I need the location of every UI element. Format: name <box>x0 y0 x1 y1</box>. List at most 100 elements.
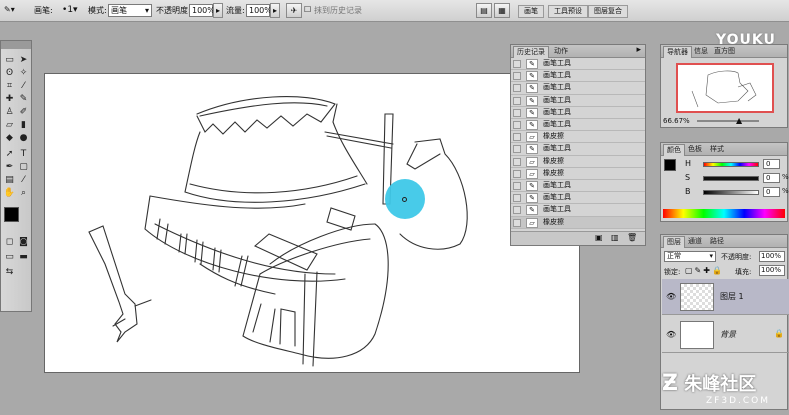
healing-icon[interactable]: ✚ <box>3 94 16 105</box>
history-source-checkbox[interactable] <box>513 182 521 190</box>
brush-tool-icon[interactable]: ✎▾ <box>4 5 15 14</box>
eraser-icon[interactable]: ▱ <box>3 120 16 131</box>
layer-row-background[interactable]: 👁 背景 🔒 <box>662 317 789 353</box>
history-brush-icon[interactable]: ✐ <box>17 107 30 118</box>
lasso-icon[interactable]: ʘ <box>3 68 16 79</box>
history-source-checkbox[interactable] <box>513 133 521 142</box>
layer-name[interactable]: 图层 1 <box>720 291 744 302</box>
history-source-checkbox[interactable] <box>513 96 521 105</box>
history-item[interactable]: ✎ 画笔工具 <box>511 58 645 71</box>
layer-name[interactable]: 背景 <box>720 329 736 340</box>
new-document-icon[interactable]: ▣ <box>595 233 603 242</box>
well-tab-comps[interactable]: 图层复合 <box>588 5 628 18</box>
magic-wand-icon[interactable]: ✧ <box>17 68 30 79</box>
opacity-arrow[interactable]: ▸ <box>213 3 223 18</box>
history-item[interactable]: ✎ 画笔工具 <box>511 180 645 193</box>
slice-icon[interactable]: ⁄ <box>17 81 30 92</box>
history-source-checkbox[interactable] <box>513 84 521 93</box>
navigator-preview[interactable] <box>676 63 774 113</box>
imageready-icon[interactable]: ⇆ <box>3 267 16 278</box>
zoom-value[interactable]: 66.67% <box>663 117 690 125</box>
quickmask-on-icon[interactable]: ◙ <box>17 237 30 248</box>
new-snapshot-icon[interactable]: ▥ <box>611 233 619 242</box>
document-canvas[interactable] <box>44 73 580 373</box>
saturation-slider[interactable] <box>703 176 759 181</box>
eye-icon[interactable]: 👁 <box>666 330 676 339</box>
eye-icon[interactable]: 👁 <box>666 292 676 301</box>
zoom-slider-thumb[interactable]: ▲ <box>736 116 742 125</box>
tab-swatches[interactable]: 色板 <box>685 144 705 156</box>
dodge-icon[interactable]: ● <box>17 133 30 144</box>
mode-select[interactable]: 画笔 ▾ <box>108 4 152 17</box>
stamp-icon[interactable]: ♙ <box>3 107 16 118</box>
brightness-slider[interactable] <box>703 190 759 195</box>
flow-arrow[interactable]: ▸ <box>270 3 280 18</box>
history-source-checkbox[interactable] <box>513 108 521 117</box>
history-source-checkbox[interactable] <box>513 169 521 178</box>
eyedropper-icon[interactable]: ⁄ <box>17 175 30 186</box>
tab-layers[interactable]: 图层 <box>663 236 685 248</box>
move-icon[interactable]: ➤ <box>17 55 30 66</box>
history-item[interactable]: ✎ 画笔工具 <box>511 82 645 95</box>
history-item[interactable]: ✎ 画笔工具 <box>511 95 645 107</box>
layer-row-layer1[interactable]: 👁 图层 1 <box>662 279 789 315</box>
shape-icon[interactable]: ▢ <box>17 162 30 173</box>
history-source-checkbox[interactable] <box>513 218 521 227</box>
history-item[interactable]: ✎ 画笔工具 <box>511 107 645 119</box>
history-item[interactable]: ▱ 橡皮擦 <box>511 216 645 229</box>
history-source-checkbox[interactable] <box>513 72 521 81</box>
airbrush-icon[interactable]: ✈ <box>286 3 302 18</box>
zoom-slider[interactable] <box>697 120 759 122</box>
lock-icons[interactable]: ▢✎✚🔒 <box>685 266 724 275</box>
history-item[interactable]: ✎ 画笔工具 <box>511 70 645 83</box>
hue-value[interactable]: 0 <box>763 159 780 169</box>
tab-history[interactable]: 历史记录 <box>513 46 549 58</box>
opacity-field[interactable]: 100% <box>189 4 215 17</box>
zoom-icon[interactable]: ⌕ <box>17 188 30 199</box>
tab-actions[interactable]: 动作 <box>551 46 571 58</box>
type-icon[interactable]: T <box>17 149 30 160</box>
marquee-icon[interactable]: ▭ <box>3 55 16 66</box>
gradient-icon[interactable]: ▮ <box>17 120 30 131</box>
history-item[interactable]: ✎ 画笔工具 <box>511 119 645 132</box>
color-spectrum-bar[interactable] <box>663 209 785 218</box>
history-item[interactable]: ▱ 橡皮擦 <box>511 131 645 144</box>
fill-field[interactable]: 100% <box>759 265 785 276</box>
path-select-icon[interactable]: ➚ <box>3 149 16 160</box>
layer-opacity-field[interactable]: 100% <box>759 251 785 262</box>
trash-icon[interactable]: 🗑 <box>627 233 637 242</box>
tab-channels[interactable]: 通道 <box>685 236 705 248</box>
saturation-value[interactable]: 0 <box>763 173 780 183</box>
history-item[interactable]: ✎ 画笔工具 <box>511 143 645 156</box>
well-tab-presets[interactable]: 工具预设 <box>548 5 588 18</box>
history-source-checkbox[interactable] <box>513 60 521 68</box>
hand-icon[interactable]: ✋ <box>3 188 16 199</box>
crop-icon[interactable]: ⌗ <box>3 81 16 92</box>
history-source-checkbox[interactable] <box>513 121 521 129</box>
color-foreground[interactable] <box>664 159 676 171</box>
history-item[interactable]: ▱ 橡皮擦 <box>511 168 645 180</box>
well-tab-brushes[interactable]: 画笔 <box>518 5 544 18</box>
screen-mode-full-icon[interactable]: ▬ <box>17 252 30 263</box>
history-item[interactable]: ▱ 橡皮擦 <box>511 156 645 168</box>
hue-slider[interactable] <box>703 162 759 167</box>
history-item[interactable]: ✎ 画笔工具 <box>511 192 645 205</box>
erase-to-history-checkbox[interactable]: ☐ <box>304 5 311 14</box>
history-item[interactable]: ✎ 画笔工具 <box>511 204 645 217</box>
flow-field[interactable]: 100% <box>246 4 272 17</box>
blur-icon[interactable]: ◆ <box>3 133 16 144</box>
foreground-color[interactable] <box>4 207 19 222</box>
history-source-checkbox[interactable] <box>513 206 521 215</box>
brush-size-picker[interactable]: •1▾ <box>62 5 78 15</box>
tab-histogram[interactable]: 直方图 <box>711 46 738 58</box>
screen-mode-icon[interactable]: ▭ <box>3 252 16 263</box>
notes-icon[interactable]: ▤ <box>3 175 16 186</box>
file-browser-icon[interactable]: ▤ <box>476 3 492 18</box>
quickmask-off-icon[interactable]: ◻ <box>3 237 16 248</box>
palette-well-icon[interactable]: ▦ <box>494 3 510 18</box>
history-source-checkbox[interactable] <box>513 145 521 154</box>
pen-icon[interactable]: ✒ <box>3 162 16 173</box>
history-source-checkbox[interactable] <box>513 194 521 203</box>
blend-mode-select[interactable]: 正常 ▾ <box>664 251 716 262</box>
tab-styles[interactable]: 样式 <box>707 144 727 156</box>
